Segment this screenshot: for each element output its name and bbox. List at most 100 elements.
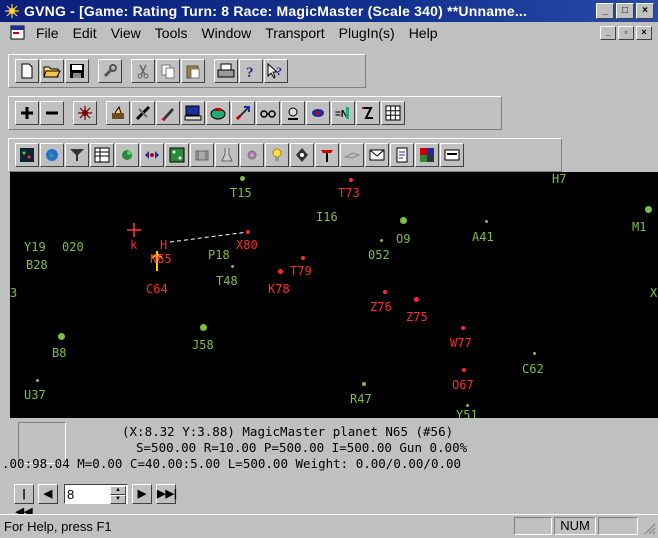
build-icon[interactable] xyxy=(106,101,130,125)
ship-icon[interactable] xyxy=(131,101,155,125)
dice-icon[interactable] xyxy=(165,143,189,167)
planet-label[interactable]: N65 xyxy=(150,252,172,266)
save-disk-icon[interactable] xyxy=(65,59,89,83)
planet-label[interactable]: T79 xyxy=(290,264,312,278)
turn-spinner[interactable]: ▲ ▼ xyxy=(64,484,128,504)
planet-label[interactable]: T15 xyxy=(230,186,252,200)
mail-icon[interactable] xyxy=(365,143,389,167)
planet-label[interactable]: J58 xyxy=(192,338,214,352)
gear-icon[interactable] xyxy=(240,143,264,167)
planet-label[interactable]: B8 xyxy=(52,346,66,360)
menu-window[interactable]: Window xyxy=(201,25,251,41)
light-icon[interactable] xyxy=(265,143,289,167)
planet-label[interactable]: Y51 xyxy=(456,408,478,418)
send-icon[interactable] xyxy=(231,101,255,125)
planet-dot[interactable] xyxy=(362,382,366,386)
planet-label[interactable]: A41 xyxy=(472,230,494,244)
route-icon[interactable] xyxy=(206,101,230,125)
options-icon[interactable] xyxy=(440,143,464,167)
next-turn-button[interactable]: ▶ xyxy=(132,484,152,504)
mask-icon[interactable] xyxy=(306,101,330,125)
group-icon[interactable] xyxy=(190,143,214,167)
colors-icon[interactable] xyxy=(415,143,439,167)
planet-dot[interactable] xyxy=(246,230,250,234)
planet-label[interactable]: O67 xyxy=(452,378,474,392)
planet-label[interactable]: W77 xyxy=(450,336,472,350)
planet-dot[interactable] xyxy=(383,290,387,294)
planet-filter-icon[interactable] xyxy=(281,101,305,125)
last-turn-button[interactable]: ▶▶| xyxy=(156,484,177,504)
planet-dot[interactable] xyxy=(278,269,283,274)
map-icon[interactable] xyxy=(15,143,39,167)
planet-label[interactable]: Z75 xyxy=(406,310,428,324)
turn-input[interactable] xyxy=(67,486,101,502)
planet-dot[interactable] xyxy=(380,239,383,242)
planet-label[interactable]: X xyxy=(650,286,657,300)
fleet-icon[interactable] xyxy=(140,143,164,167)
planet-dot[interactable] xyxy=(349,178,353,182)
menu-view[interactable]: View xyxy=(111,25,141,41)
planet-label[interactable]: k xyxy=(130,238,137,252)
ship-class-icon[interactable] xyxy=(290,143,314,167)
planet-label[interactable]: P18 xyxy=(208,248,230,262)
menu-file[interactable]: File xyxy=(36,25,59,41)
zoom-in-icon[interactable] xyxy=(15,101,39,125)
planet-label[interactable]: M1 xyxy=(632,220,646,234)
planet-label[interactable]: T73 xyxy=(338,186,360,200)
planet-label[interactable]: I16 xyxy=(316,210,338,224)
first-turn-button[interactable]: |◀◀ xyxy=(14,484,34,518)
paste-icon[interactable] xyxy=(181,59,205,83)
planet-dot[interactable] xyxy=(533,352,536,355)
title-bar[interactable]: GVNG - [Game: Rating Turn: 8 Race: Magic… xyxy=(0,0,658,22)
coords-icon[interactable]: =N xyxy=(331,101,355,125)
spin-up-icon[interactable]: ▲ xyxy=(110,486,126,495)
signpost-icon[interactable] xyxy=(315,143,339,167)
print-icon[interactable] xyxy=(214,59,238,83)
planet-dot[interactable] xyxy=(58,333,65,340)
planet-label[interactable]: T48 xyxy=(216,274,238,288)
copy-icon[interactable] xyxy=(156,59,180,83)
planet-dot[interactable] xyxy=(485,220,488,223)
planet-icon[interactable] xyxy=(115,143,139,167)
planet-label[interactable]: 020 xyxy=(62,240,84,254)
planet-label[interactable]: R47 xyxy=(350,392,372,406)
science-icon[interactable] xyxy=(215,143,239,167)
spin-buttons[interactable]: ▲ ▼ xyxy=(110,486,126,504)
grid-icon[interactable] xyxy=(381,101,405,125)
sun-icon[interactable] xyxy=(73,101,97,125)
help-icon[interactable]: ? xyxy=(239,59,263,83)
open-folder-icon[interactable] xyxy=(40,59,64,83)
planet-dot[interactable] xyxy=(400,217,407,224)
planet-dot[interactable] xyxy=(200,324,207,331)
planet-label[interactable]: B28 xyxy=(26,258,48,272)
zoom-out-icon[interactable] xyxy=(40,101,64,125)
context-help-icon[interactable]: ? xyxy=(264,59,288,83)
spin-down-icon[interactable]: ▼ xyxy=(110,495,126,504)
resize-grip-icon[interactable] xyxy=(642,521,656,535)
child-restore-button[interactable]: ▫ xyxy=(618,26,634,40)
planet-label[interactable]: K78 xyxy=(268,282,290,296)
child-minimize-button[interactable]: _ xyxy=(600,26,616,40)
planet-label[interactable]: C64 xyxy=(146,282,168,296)
cut-icon[interactable] xyxy=(131,59,155,83)
planet-dot[interactable] xyxy=(645,206,652,213)
planet-label[interactable]: X80 xyxy=(236,238,258,252)
star-map[interactable]: H7 T15 T73 I16 M1 Y19 020 k H N65 P18 X8… xyxy=(10,172,658,418)
battle-icon[interactable] xyxy=(340,143,364,167)
planet-dot[interactable] xyxy=(461,326,465,330)
planet-dot[interactable] xyxy=(414,297,419,302)
maximize-button[interactable]: □ xyxy=(616,3,634,19)
pen-icon[interactable] xyxy=(156,101,180,125)
menu-edit[interactable]: Edit xyxy=(73,25,97,41)
new-doc-icon[interactable] xyxy=(15,59,39,83)
computer-icon[interactable] xyxy=(181,101,205,125)
menu-transport[interactable]: Transport xyxy=(265,25,324,41)
child-close-button[interactable]: × xyxy=(636,26,652,40)
report-icon[interactable] xyxy=(390,143,414,167)
planet-label[interactable]: Y19 xyxy=(24,240,46,254)
wrench-icon[interactable] xyxy=(98,59,122,83)
table-icon[interactable] xyxy=(90,143,114,167)
planet-dot[interactable] xyxy=(301,256,305,260)
planet-label[interactable]: H7 xyxy=(552,172,566,186)
planet-dot[interactable] xyxy=(231,265,234,268)
